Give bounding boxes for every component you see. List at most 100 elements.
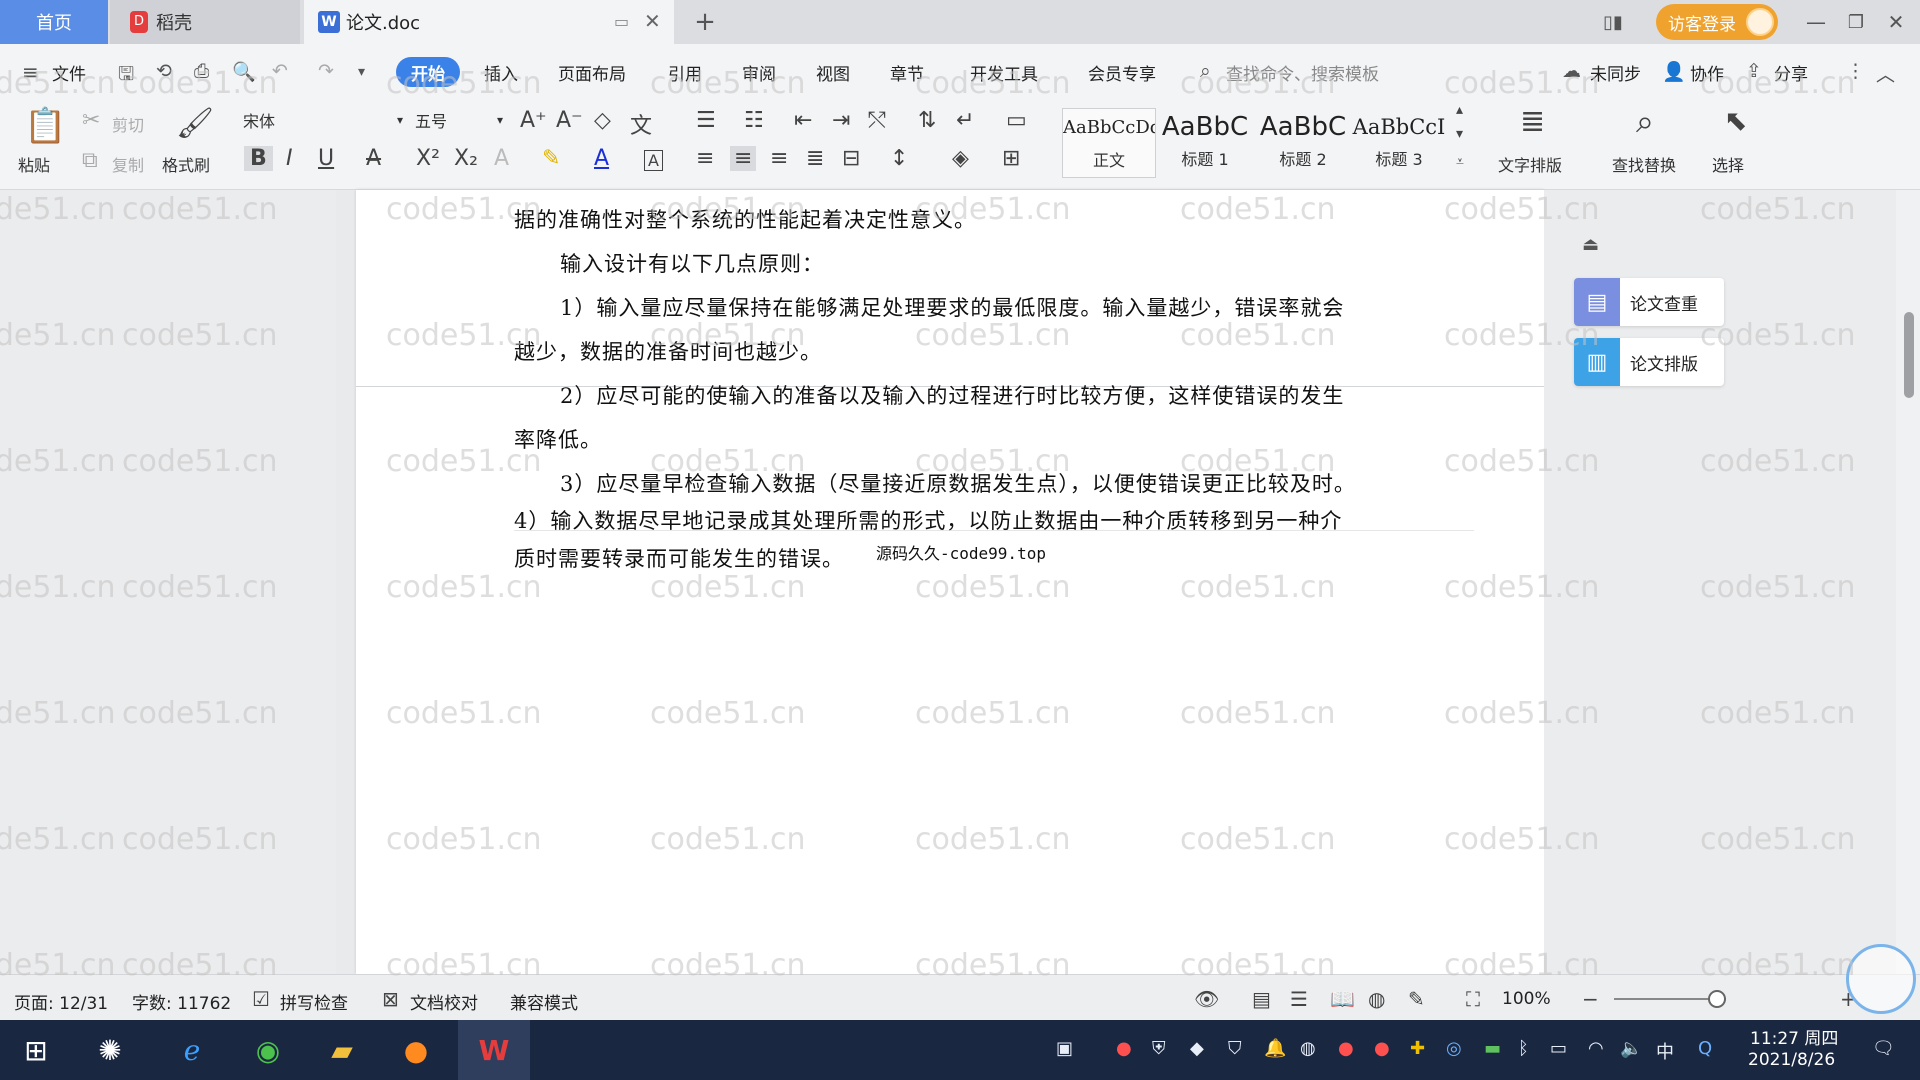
char-border-icon[interactable]: A [644,150,663,171]
menu-member[interactable]: 会员专享 [1088,60,1156,85]
clock-date[interactable]: 2021/8/26 [1748,1050,1835,1070]
vertical-scrollbar[interactable] [1896,190,1920,974]
undo-history-icon[interactable]: ⟲ [156,60,172,82]
wps-taskbar-icon[interactable]: W [458,1020,530,1080]
cpu-monitor-icon[interactable]: ▣ [1056,1038,1073,1059]
align-left-icon[interactable]: ≡ [696,146,714,171]
new-tab-button[interactable]: + [692,7,718,37]
spell-check-button[interactable]: 拼写检查 [280,989,348,1014]
style-heading-2[interactable]: AaBbC 标题 2 [1256,108,1350,178]
ruler-icon[interactable]: ▭ [1006,108,1027,133]
subscript-icon[interactable]: X₂ [454,146,478,171]
style-scroll-down-icon[interactable]: ▾ [1456,126,1463,142]
numbered-list-icon[interactable]: ☷ [744,108,764,133]
cut-button[interactable]: 剪切 [112,112,144,136]
print-icon[interactable]: ⎙ [194,60,209,82]
collapse-panel-icon[interactable]: ⏏ [1582,234,1599,255]
paragraph[interactable]: 2）应尽可能的使输入的准备以及输入的过程进行时比较方便，这样使错误的发生 [560,380,1344,410]
style-more-icon[interactable]: ⩡ [1456,154,1464,170]
font-color-icon[interactable]: A [594,146,609,171]
zoom-slider-handle[interactable] [1708,990,1726,1008]
notification-icon[interactable]: 🗨 [1872,1038,1895,1059]
eye-protection-icon[interactable]: 👁 [1194,987,1219,1011]
paragraph[interactable]: 1）输入量应尽量保持在能够满足处理要求的最低限度。输入量越少，错误率就会 [560,292,1344,322]
paragraph[interactable]: 质时需要转录而可能发生的错误。 [514,543,844,573]
ie-browser-icon[interactable]: ℯ [156,1020,228,1080]
grow-font-icon[interactable]: A⁺ [520,108,547,133]
paragraph[interactable]: 3）应尽量早检查输入数据（尽量接近原数据发生点），以便使错误更正比较及时。 [560,468,1356,498]
tray-app-icon[interactable]: ● [1116,1038,1132,1059]
print-preview-icon[interactable]: 🔍 [232,60,256,83]
fit-page-icon[interactable]: ⛶ [1466,987,1480,1011]
tray-app-icon[interactable]: ◆ [1190,1038,1204,1059]
paragraph[interactable]: 越少，数据的准备时间也越少。 [514,336,822,366]
tray-app-icon[interactable]: ● [1338,1038,1354,1059]
superscript-icon[interactable]: X² [416,146,440,171]
show-marks-icon[interactable]: ↵ [956,108,974,133]
page-view-icon[interactable]: ▤ [1252,987,1271,1011]
ime-indicator[interactable]: 中 [1656,1038,1674,1064]
strikethrough-icon[interactable]: A [366,146,381,171]
qq-icon[interactable]: ◍ [1300,1038,1316,1059]
menu-developer[interactable]: 开发工具 [970,60,1038,85]
select-button[interactable]: 选择 [1712,152,1744,176]
copy-button[interactable]: 复制 [112,152,144,176]
justify-icon[interactable]: ≣ [806,146,824,171]
zoom-level[interactable]: 100% [1502,989,1551,1009]
font-size-select[interactable]: 五号 ▾ [408,106,508,134]
edit-icon[interactable]: ✎ [1408,987,1425,1011]
web-view-icon[interactable]: ◍ [1368,987,1385,1011]
chinese-layout-icon[interactable]: ⤲ [868,108,886,133]
reading-view-icon[interactable]: 📖 [1330,987,1355,1011]
restore-icon[interactable]: ❐ [1844,8,1868,36]
assistant-float-icon[interactable] [1846,944,1916,1014]
volume-icon[interactable]: 🔈 [1620,1038,1642,1059]
file-explorer-icon[interactable]: ▰ [306,1020,378,1080]
menu-icon[interactable]: ≡ [22,60,39,84]
tab-document[interactable]: W 论文.doc ▭ ✕ [304,0,674,44]
quick-access-dropdown-icon[interactable]: ▾ [358,64,365,80]
battery-icon[interactable]: ▭ [1550,1038,1567,1059]
tray-app-icon[interactable]: ✚ [1410,1038,1425,1059]
tray-security-icon[interactable]: ⛉ [1228,1038,1242,1059]
increase-indent-icon[interactable]: ⇥ [832,108,850,133]
shrink-font-icon[interactable]: A⁻ [556,108,583,133]
collapse-ribbon-icon[interactable]: ︿ [1876,60,1895,87]
wifi-icon[interactable]: ◠ [1588,1038,1604,1059]
paragraph[interactable]: 据的准确性对整个系统的性能起着决定性意义。 [514,204,976,234]
page-indicator[interactable]: 页面: 12/31 [14,989,108,1014]
paragraph[interactable]: 4）输入数据尽早地记录成其处理所需的形式，以防止数据由一种介质转移到另一种介 [514,505,1342,535]
text-layout-button[interactable]: 文字排版 [1498,152,1562,176]
monitor-icon[interactable]: ▭ [614,12,629,31]
tab-daoke[interactable]: D 稻壳 [110,0,300,44]
menu-review[interactable]: 审阅 [742,60,776,85]
find-replace-button[interactable]: 查找替换 [1612,152,1676,176]
menu-start[interactable]: 开始 [396,57,460,87]
menu-file[interactable]: 文件 [52,60,86,85]
line-spacing-icon[interactable]: ↕ [890,146,908,171]
paper-layout-button[interactable]: ▥ 论文排版 [1574,338,1724,386]
shading-icon[interactable]: ◈ [952,146,969,171]
login-button[interactable]: 访客登录 [1656,4,1778,40]
share-button[interactable]: 分享 [1774,60,1808,85]
tray-app-icon[interactable]: ◎ [1446,1038,1462,1059]
collab-button[interactable]: 协作 [1690,60,1724,85]
style-heading-1[interactable]: AaBbC 标题 1 [1158,108,1252,178]
input-method-icon[interactable]: Q [1698,1038,1712,1059]
undo-icon[interactable]: ↶ [272,60,288,82]
style-scroll-up-icon[interactable]: ▴ [1456,102,1463,118]
paste-button[interactable]: 粘贴 [18,152,50,176]
save-icon[interactable]: 🖫 [118,60,134,92]
zoom-out-icon[interactable]: − [1582,987,1599,1011]
nvidia-icon[interactable]: ▬ [1484,1038,1501,1059]
tray-app-icon[interactable]: ● [1374,1038,1390,1059]
distribute-icon[interactable]: ⊟ [842,146,860,171]
style-normal[interactable]: AaBbCcDd 正文 [1062,108,1156,178]
redo-icon[interactable]: ↷ [318,60,334,82]
doc-proof-button[interactable]: 文档校对 [410,989,478,1014]
text-effect-icon[interactable]: A [494,146,509,171]
menu-view[interactable]: 视图 [816,60,850,85]
minimize-icon[interactable]: — [1804,8,1828,36]
format-painter-button[interactable]: 格式刷 [162,152,210,176]
underline-icon[interactable]: U [318,146,334,171]
